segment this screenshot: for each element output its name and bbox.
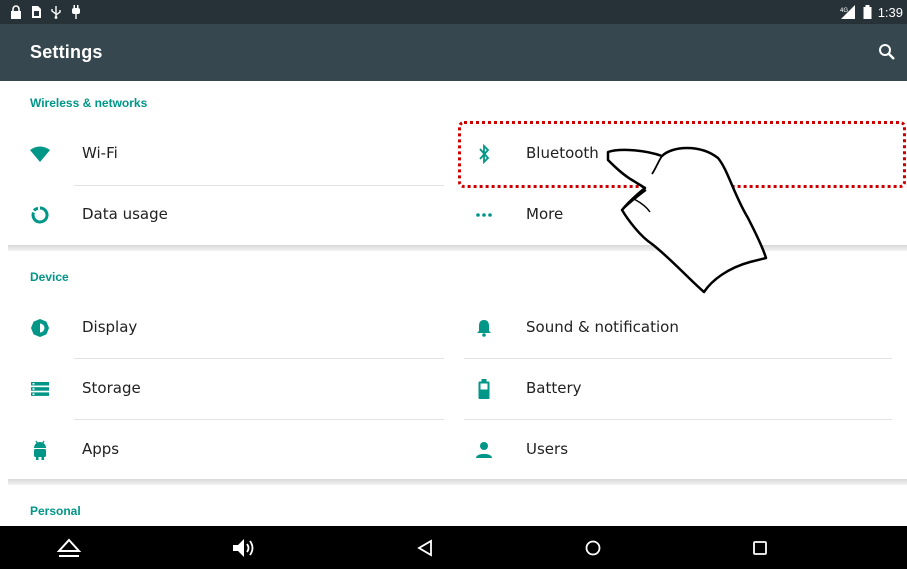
data-usage-icon <box>30 205 50 225</box>
section-divider <box>8 245 907 251</box>
pointing-hand-icon <box>606 146 768 294</box>
back-button[interactable] <box>410 534 440 562</box>
recents-button[interactable] <box>745 534 775 562</box>
settings-item-label: Storage <box>82 379 141 397</box>
settings-item-label: Wi-Fi <box>82 144 118 162</box>
settings-item-sound[interactable]: Sound & notification <box>452 298 872 358</box>
svg-text:4G: 4G <box>840 8 848 14</box>
search-button[interactable] <box>877 42 897 62</box>
lock-icon <box>11 5 21 19</box>
settings-item-label: Data usage <box>82 205 168 223</box>
battery-icon <box>474 379 494 399</box>
settings-item-label: Sound & notification <box>526 318 679 336</box>
battery-status-icon <box>863 5 872 19</box>
storage-icon <box>30 379 50 399</box>
more-icon <box>474 205 494 225</box>
sim-card-icon <box>32 6 41 18</box>
settings-item-data-usage[interactable]: Data usage <box>8 185 428 245</box>
settings-item-storage[interactable]: Storage <box>8 359 428 419</box>
search-icon <box>879 44 895 60</box>
settings-item-label: Apps <box>82 440 120 458</box>
settings-item-label: Battery <box>526 379 582 397</box>
navigation-bar <box>0 526 907 569</box>
collapse-icon <box>56 538 82 557</box>
clock: 1:39 <box>877 4 903 20</box>
system-status: 4G 1:39 <box>839 4 903 20</box>
back-icon <box>417 539 432 557</box>
volume-button[interactable] <box>228 534 258 562</box>
signal-icon: 4G <box>840 5 855 19</box>
settings-item-label: Users <box>526 440 569 458</box>
home-button[interactable] <box>578 534 608 562</box>
recents-icon <box>753 541 767 555</box>
settings-item-users[interactable]: Users <box>452 420 872 480</box>
notification-icons <box>10 4 82 20</box>
android-icon <box>30 440 50 460</box>
section-header-personal: Personal <box>30 504 81 518</box>
person-icon <box>474 440 494 460</box>
section-divider <box>8 479 907 485</box>
volume-icon <box>233 539 254 557</box>
status-bar: 4G 1:39 <box>0 0 907 24</box>
home-icon <box>585 540 601 556</box>
settings-item-battery[interactable]: Battery <box>452 359 872 419</box>
settings-item-apps[interactable]: Apps <box>8 420 428 480</box>
app-bar: Settings <box>0 24 907 81</box>
wifi-icon <box>30 144 50 164</box>
settings-item-display[interactable]: Display <box>8 298 428 358</box>
plug-icon <box>72 5 80 19</box>
bell-icon <box>474 318 494 338</box>
settings-item-label: More <box>526 205 564 223</box>
settings-item-wifi[interactable]: Wi-Fi <box>8 124 428 184</box>
collapse-button[interactable] <box>54 534 84 562</box>
section-header-wireless: Wireless & networks <box>30 96 148 110</box>
section-header-device: Device <box>30 270 69 284</box>
page-title: Settings <box>30 42 103 62</box>
brightness-icon <box>30 318 50 338</box>
usb-icon <box>51 6 61 19</box>
settings-item-label: Display <box>82 318 138 336</box>
